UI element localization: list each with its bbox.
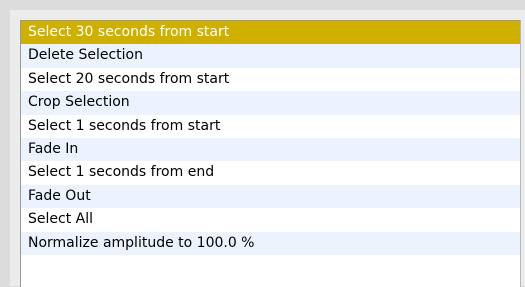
panel: Select 30 seconds from start Delete Sele… [10,10,525,287]
list-item[interactable]: Select 30 seconds from start [21,21,520,45]
command-list[interactable]: Select 30 seconds from start Delete Sele… [20,20,521,287]
list-item[interactable]: Select 1 seconds from end [21,161,520,185]
list-item-empty[interactable] [21,254,520,279]
list-item[interactable]: Delete Selection [21,44,520,68]
list-item[interactable]: Normalize amplitude to 100.0 % [21,231,520,255]
list-item[interactable]: Select 1 seconds from start [21,114,520,138]
list-item[interactable]: Crop Selection [21,91,520,115]
list-item[interactable]: Select All [21,208,520,232]
list-item[interactable]: Fade Out [21,184,520,209]
list-item[interactable]: Select 20 seconds from start [21,67,520,92]
list-item[interactable]: Fade In [21,137,520,162]
